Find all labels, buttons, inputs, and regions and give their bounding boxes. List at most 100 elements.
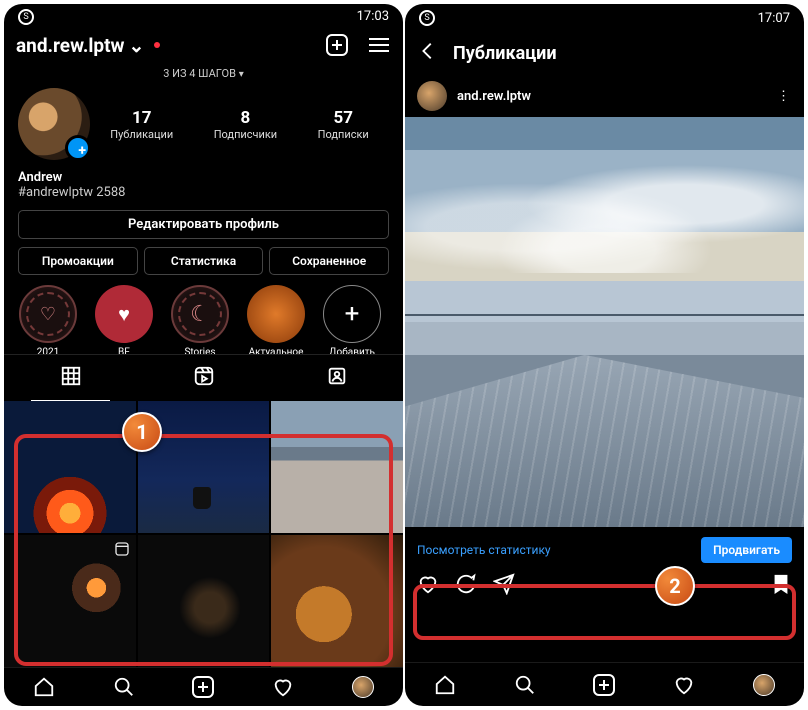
plus-square-icon bbox=[593, 674, 615, 696]
annotation-marker-2: 2 bbox=[655, 566, 695, 606]
status-bar: S 17:07 bbox=[405, 4, 804, 32]
arrow-left-icon bbox=[417, 40, 439, 62]
bookmark-icon bbox=[770, 573, 792, 595]
hamburger-icon bbox=[369, 34, 389, 56]
reels-icon bbox=[193, 365, 215, 387]
profile-stats-row: 17 Публикации 8 Подписчики 57 Подписки bbox=[4, 88, 403, 166]
share-button[interactable] bbox=[493, 573, 515, 599]
post-author-row: and.rew.lptw ⋮ bbox=[405, 75, 804, 117]
profile-avatar[interactable] bbox=[18, 88, 90, 160]
nav-home[interactable] bbox=[33, 676, 55, 698]
post-image[interactable] bbox=[405, 117, 804, 527]
post-header-bar: Публикации bbox=[405, 32, 804, 75]
page-title: Публикации bbox=[453, 43, 557, 64]
nav-home[interactable] bbox=[434, 674, 456, 696]
send-icon bbox=[493, 573, 515, 595]
post-thumbnail[interactable] bbox=[271, 401, 403, 533]
highlight-item[interactable]: Актуальное bbox=[244, 285, 308, 350]
shazam-icon: S bbox=[419, 10, 435, 26]
nav-search[interactable] bbox=[113, 676, 135, 698]
profile-topbar: and.rew.lptw ⌄ bbox=[4, 29, 403, 63]
view-insights-link[interactable]: Посмотреть статистику bbox=[417, 543, 551, 557]
tab-reels[interactable] bbox=[137, 355, 270, 401]
comment-icon bbox=[455, 573, 477, 595]
post-thumbnail[interactable] bbox=[4, 535, 136, 667]
plus-square-icon bbox=[192, 676, 214, 698]
onboarding-steps[interactable]: 3 ИЗ 4 ШАГОВ bbox=[4, 63, 403, 88]
nav-profile[interactable] bbox=[753, 674, 775, 696]
stat-following[interactable]: 57 Подписки bbox=[318, 108, 369, 141]
highlight-item[interactable]: ♥ BE bbox=[92, 285, 156, 350]
bottom-nav bbox=[4, 667, 403, 706]
highlight-label: Stories bbox=[168, 347, 232, 354]
insights-row: Посмотреть статистику Продвигать bbox=[405, 527, 804, 569]
chevron-down-icon: ⌄ bbox=[128, 34, 144, 57]
insights-button[interactable]: Статистика bbox=[144, 247, 264, 275]
status-time: 17:07 bbox=[758, 11, 790, 26]
stat-following-num: 57 bbox=[318, 108, 369, 128]
phone-post: S 17:07 Публикации and.rew.lptw ⋮ Посмот… bbox=[405, 4, 804, 706]
story-highlights: ♡ 2021 ♥ BE ☾ Stories Актуальное + Добав… bbox=[4, 285, 403, 354]
nav-activity[interactable] bbox=[673, 674, 695, 696]
like-button[interactable] bbox=[417, 573, 439, 599]
profile-tabs bbox=[4, 354, 403, 401]
stat-posts-num: 17 bbox=[110, 108, 173, 128]
comment-button[interactable] bbox=[455, 573, 477, 599]
heart-icon bbox=[272, 676, 294, 698]
moon-icon: ☾ bbox=[190, 302, 210, 327]
avatar-icon bbox=[352, 676, 374, 698]
orange-circle-icon bbox=[247, 285, 305, 343]
back-button[interactable] bbox=[417, 40, 439, 67]
post-more-button[interactable]: ⋮ bbox=[777, 89, 792, 104]
highlight-item[interactable]: ♡ 2021 bbox=[16, 285, 80, 350]
notification-dot-icon bbox=[154, 42, 160, 48]
nav-activity[interactable] bbox=[272, 676, 294, 698]
post-thumbnail[interactable] bbox=[271, 535, 403, 667]
search-icon bbox=[514, 674, 536, 696]
post-author-avatar[interactable] bbox=[417, 81, 447, 111]
phone-profile: S 17:03 and.rew.lptw ⌄ 3 ИЗ 4 ШАГОВ bbox=[4, 4, 403, 706]
plus-icon: + bbox=[323, 285, 381, 343]
saved-button[interactable]: Сохраненное bbox=[269, 247, 389, 275]
create-post-button[interactable] bbox=[325, 33, 349, 57]
stat-followers[interactable]: 8 Подписчики bbox=[214, 108, 277, 141]
heart-fill-icon: ♥ bbox=[118, 302, 130, 327]
username-text: and.rew.lptw bbox=[16, 34, 124, 57]
post-actions bbox=[405, 569, 804, 601]
highlight-label: 2021 bbox=[16, 347, 80, 354]
edit-profile-button[interactable]: Редактировать профиль bbox=[18, 210, 389, 239]
save-button[interactable] bbox=[770, 573, 792, 599]
heart-outline-icon: ♡ bbox=[40, 304, 56, 325]
highlight-label: Добавить bbox=[320, 347, 384, 354]
stat-posts-label: Публикации bbox=[110, 128, 173, 141]
menu-button[interactable] bbox=[367, 33, 391, 57]
bottom-nav bbox=[405, 662, 804, 706]
onboarding-steps-label: 3 ИЗ 4 ШАГОВ bbox=[163, 67, 236, 80]
highlight-item[interactable]: ☾ Stories bbox=[168, 285, 232, 350]
avatar-icon bbox=[753, 674, 775, 696]
promote-button[interactable]: Продвигать bbox=[701, 537, 792, 563]
post-thumbnail[interactable] bbox=[4, 401, 136, 533]
tagged-icon bbox=[326, 365, 348, 387]
tab-grid[interactable] bbox=[4, 355, 137, 401]
promotions-button[interactable]: Промоакции bbox=[18, 247, 138, 275]
stat-followers-label: Подписчики bbox=[214, 128, 277, 141]
stat-followers-num: 8 bbox=[214, 108, 277, 128]
stat-posts[interactable]: 17 Публикации bbox=[110, 108, 173, 141]
tab-tagged[interactable] bbox=[270, 355, 403, 401]
profile-bio: Andrew #andrewlptw 2588 bbox=[4, 166, 403, 210]
status-time: 17:03 bbox=[357, 9, 389, 24]
post-thumbnail[interactable] bbox=[138, 535, 270, 667]
username-switcher[interactable]: and.rew.lptw ⌄ bbox=[16, 34, 160, 57]
bio-hashtag[interactable]: #andrewlptw 2588 bbox=[18, 185, 389, 200]
nav-search[interactable] bbox=[514, 674, 536, 696]
highlight-add[interactable]: + Добавить bbox=[320, 285, 384, 350]
nav-create[interactable] bbox=[192, 676, 214, 698]
post-author-username[interactable]: and.rew.lptw bbox=[457, 89, 531, 104]
nav-create[interactable] bbox=[593, 674, 615, 696]
shazam-icon: S bbox=[18, 9, 34, 25]
stat-following-label: Подписки bbox=[318, 128, 369, 141]
nav-profile[interactable] bbox=[352, 676, 374, 698]
home-icon bbox=[33, 676, 55, 698]
heart-icon bbox=[673, 674, 695, 696]
